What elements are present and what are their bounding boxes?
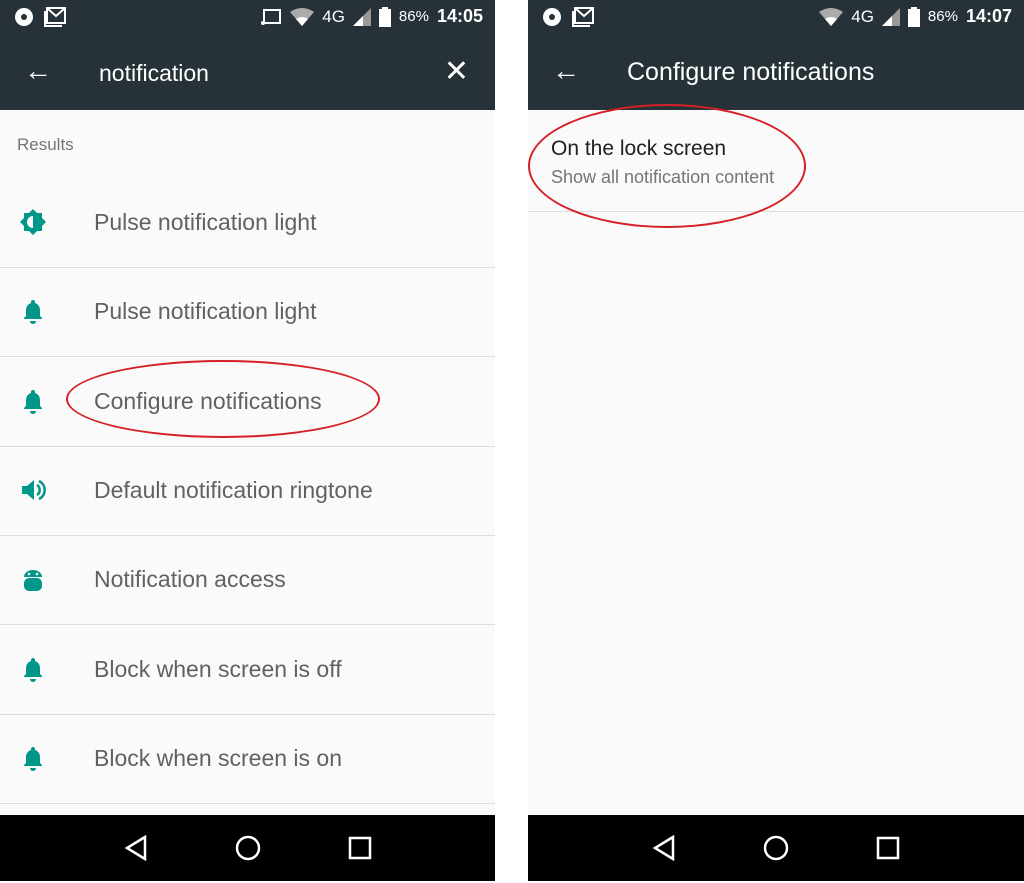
results-header: Results	[17, 135, 74, 154]
search-toolbar: ← notification ✕	[0, 36, 495, 110]
aperture-icon	[15, 8, 33, 26]
bell-icon	[19, 297, 47, 325]
wifi-icon	[290, 7, 315, 26]
back-nav-icon[interactable]	[651, 834, 677, 862]
toolbar: ← Configure notifications	[528, 36, 1024, 110]
left-screen: 4G 86% 14:05 ← notification ✕ Results Puls…	[0, 0, 495, 881]
signal-icon	[352, 7, 371, 26]
bell-icon	[19, 744, 47, 772]
brightness-icon	[19, 208, 47, 236]
bell-icon	[19, 655, 47, 683]
search-result-item[interactable]: Block when screen is off	[0, 625, 495, 715]
result-label: Pulse notification light	[94, 298, 317, 325]
cast-icon	[261, 8, 282, 25]
annotation-circle	[528, 104, 806, 228]
clock: 14:07	[965, 6, 1012, 26]
status-bar: 4G 86% 14:07	[528, 0, 1024, 36]
search-result-item[interactable]: Pulse notification light	[0, 178, 495, 268]
right-screen: 4G 86% 14:07 ← Configure notifications On …	[528, 0, 1024, 881]
volume-icon	[19, 476, 47, 504]
search-result-item[interactable]: Notification access	[0, 535, 495, 626]
status-bar: 4G 86% 14:05	[0, 0, 495, 36]
search-result-item[interactable]: Pulse notification light	[0, 267, 495, 358]
search-input[interactable]: notification	[99, 60, 209, 87]
result-label: Pulse notification light	[94, 209, 317, 235]
gmail-icon	[572, 7, 594, 27]
back-arrow-icon[interactable]: ←	[24, 57, 52, 85]
recents-nav-icon[interactable]	[875, 835, 901, 861]
recents-nav-icon[interactable]	[347, 835, 373, 861]
battery-percent: 86%	[927, 8, 958, 25]
battery-percent: 86%	[398, 8, 429, 25]
battery-icon	[378, 6, 391, 27]
home-nav-icon[interactable]	[762, 834, 790, 862]
result-label: Default notification ringtone	[94, 476, 373, 503]
result-label: Block when screen is off	[94, 655, 342, 682]
battery-icon	[907, 6, 920, 27]
annotation-circle	[66, 360, 380, 438]
result-label: Notification access	[94, 566, 286, 593]
page-title: Configure notifications	[627, 58, 875, 86]
home-nav-icon[interactable]	[234, 834, 262, 862]
navigation-bar	[528, 815, 1024, 881]
close-icon[interactable]: ✕	[444, 54, 469, 89]
signal-icon	[881, 7, 900, 26]
android-icon	[19, 565, 47, 593]
aperture-icon	[543, 8, 561, 26]
wifi-icon	[819, 7, 844, 26]
navigation-bar	[0, 815, 495, 881]
bell-icon	[19, 387, 47, 415]
search-result-item[interactable]: Block when screen is on	[0, 714, 495, 804]
clock: 14:05	[436, 6, 483, 26]
gmail-icon	[44, 7, 66, 27]
network-type: 4G	[851, 6, 874, 26]
result-label: Block when screen is on	[94, 744, 343, 771]
back-arrow-icon[interactable]: ←	[552, 57, 580, 85]
search-result-item[interactable]: Default notification ringtone	[0, 446, 495, 536]
back-nav-icon[interactable]	[123, 834, 149, 862]
network-type: 4G	[322, 6, 345, 26]
